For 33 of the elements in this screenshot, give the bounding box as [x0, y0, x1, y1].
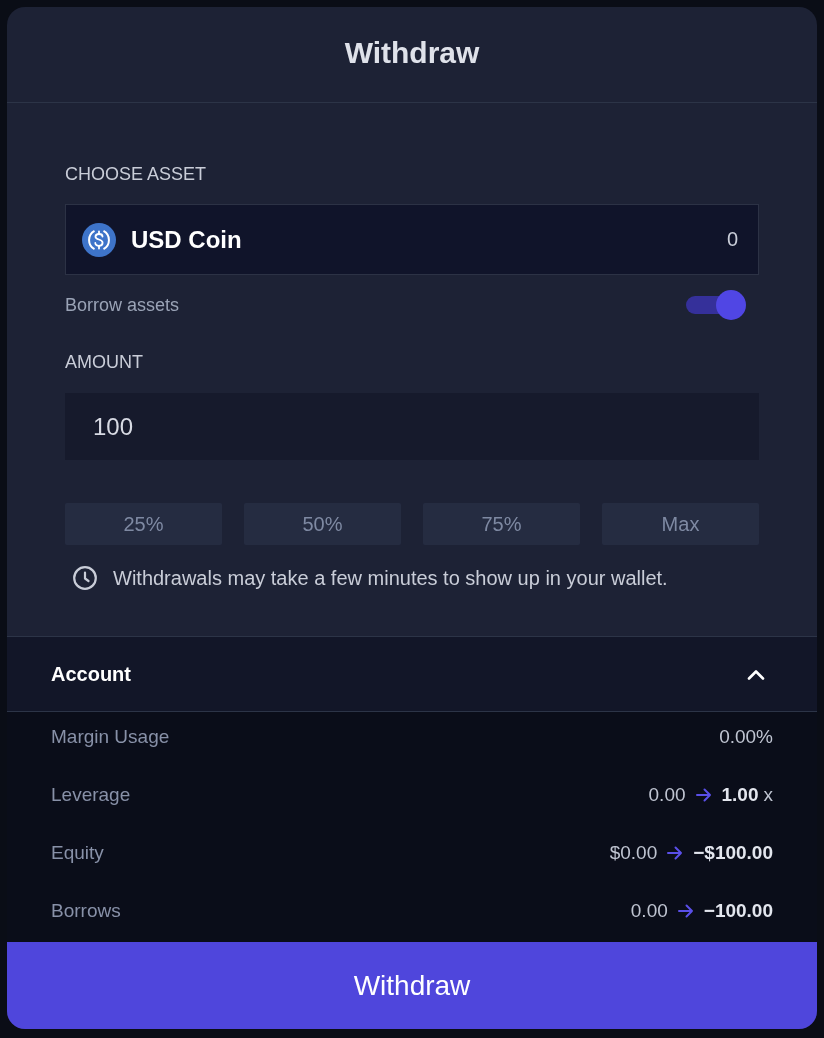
section-label: CHOOSE ASSET	[65, 163, 208, 185]
clock-icon	[73, 566, 97, 590]
arrow-right-icon	[695, 788, 712, 802]
new-value: 1.00	[721, 784, 759, 806]
account-accordion-header[interactable]: Account	[7, 636, 817, 712]
row-label: Borrows	[51, 900, 121, 922]
amount-input[interactable]: 100	[65, 393, 759, 460]
withdraw-button[interactable]: Withdraw	[7, 942, 817, 1029]
asset-balance: 0	[726, 228, 738, 251]
dialog-title: Withdraw	[344, 34, 480, 71]
current-value: 0.00	[630, 900, 668, 922]
current-value: $0.00	[609, 842, 658, 864]
current-value: 0.00	[648, 784, 686, 806]
row-value: 0.00%	[719, 726, 773, 748]
new-value: −$100.00	[693, 842, 773, 864]
preset-button[interactable]: Max	[602, 503, 759, 545]
new-value: −100.00	[703, 900, 773, 922]
arrow-right-icon	[677, 904, 694, 918]
arrow-right-icon	[667, 846, 684, 860]
row-label: Leverage	[51, 784, 131, 806]
info-note: Withdrawals may take a few minutes to show up in your wallet.	[113, 566, 668, 590]
row-label: Margin Usage	[51, 726, 170, 748]
section-label: AMOUNT	[65, 351, 144, 373]
unit-label: x	[763, 784, 773, 806]
preset-button[interactable]: 25%	[65, 503, 222, 545]
row-label: Equity	[51, 842, 104, 864]
asset-name: USD Coin	[131, 225, 242, 254]
toggle-switch[interactable]	[686, 290, 746, 320]
coin-icon	[82, 222, 116, 257]
toggle-label: Borrow assets	[65, 294, 180, 316]
preset-button[interactable]: 75%	[423, 503, 580, 545]
asset-selector[interactable]: USD Coin 0	[65, 204, 759, 275]
preset-button[interactable]: 50%	[244, 503, 401, 545]
